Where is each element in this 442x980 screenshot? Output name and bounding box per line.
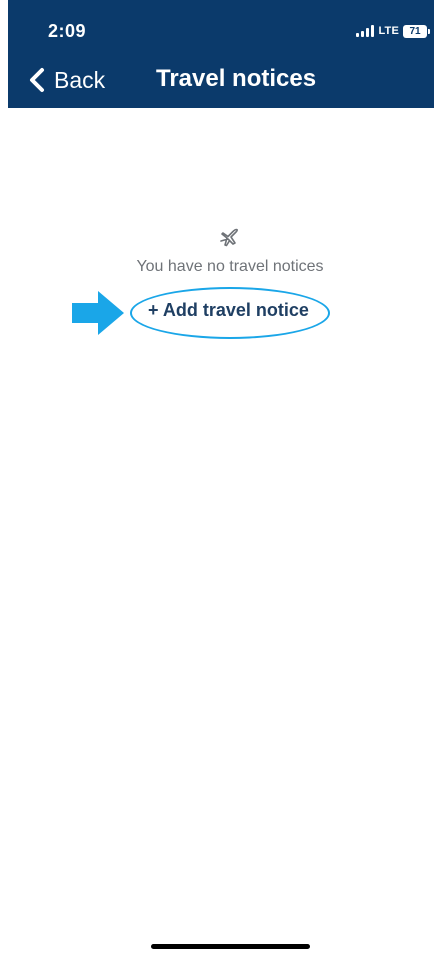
- app-header: 2:09 LTE 71 Back Travel notices: [8, 0, 434, 108]
- back-label: Back: [54, 66, 106, 93]
- network-label: LTE: [378, 25, 399, 37]
- signal-icon: [356, 25, 375, 37]
- airplane-icon: [220, 228, 238, 247]
- arrow-right-icon: [72, 291, 124, 335]
- status-time: 2:09: [48, 21, 87, 41]
- add-travel-notice-button[interactable]: + Add travel notice: [148, 300, 309, 321]
- battery-icon: 71: [403, 24, 430, 38]
- empty-state-message: You have no travel notices: [136, 258, 324, 275]
- chevron-left-icon: [30, 68, 44, 92]
- status-indicators: LTE 71: [356, 23, 430, 39]
- back-button[interactable]: Back: [28, 63, 105, 97]
- page-title: Travel notices: [156, 65, 317, 92]
- home-indicator[interactable]: [151, 944, 310, 949]
- battery-level: 71: [403, 24, 427, 38]
